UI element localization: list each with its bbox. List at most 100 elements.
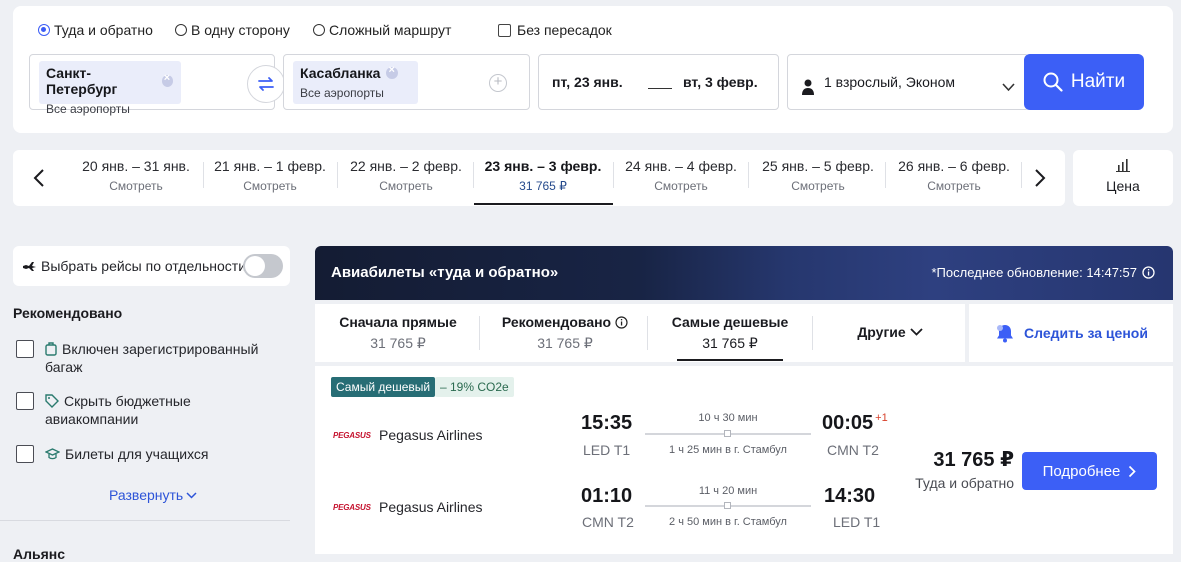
separate-flights-toggle-card[interactable]: Выбрать рейсы по отдельности xyxy=(13,246,290,286)
trip-option-oneway[interactable]: В одну сторону xyxy=(175,22,290,38)
ticket-price: 31 765 ₽ xyxy=(933,449,1014,471)
origin-field[interactable]: Санкт-Петербург Все аэропорты xyxy=(29,54,275,116)
trip-option-roundtrip[interactable]: Туда и обратно xyxy=(38,22,153,38)
divider xyxy=(1021,162,1022,188)
filter-panel: Рекомендовано Включен зарегистрированный… xyxy=(0,290,290,522)
clear-icon[interactable] xyxy=(161,72,173,87)
tag-icon xyxy=(45,394,59,408)
person-icon xyxy=(802,79,814,95)
layover-info: 2 ч 50 мин в г. Стамбул xyxy=(669,516,787,528)
date-option[interactable]: 25 янв. – 5 февр. Смотреть xyxy=(751,158,885,193)
price-watch-button[interactable]: Следить за ценой xyxy=(969,304,1173,362)
filter-checkbox-students[interactable] xyxy=(16,445,34,463)
departure-time: 15:35 xyxy=(581,412,633,434)
date-option[interactable]: 24 янв. – 4 февр. Смотреть xyxy=(614,158,748,193)
divider xyxy=(473,162,474,188)
bell-icon xyxy=(997,325,1014,343)
arrival-airport: CMN T2 xyxy=(827,442,879,458)
pegasus-logo: PEGASUS xyxy=(333,502,371,512)
trip-option-multicity[interactable]: Сложный маршрут xyxy=(313,22,451,38)
swap-icon xyxy=(258,77,274,91)
add-route-plus-icon[interactable]: + xyxy=(489,74,507,92)
swap-button[interactable] xyxy=(247,65,285,103)
chevron-left-icon[interactable] xyxy=(33,168,45,188)
bar-chart-icon xyxy=(1116,159,1130,172)
date-option-active[interactable]: 23 янв. – 3 февр. 31 765 ₽ xyxy=(476,158,610,193)
flight-duration: 10 ч 30 мин xyxy=(698,412,758,424)
filter-section-title: Рекомендовано xyxy=(13,305,123,321)
depart-date[interactable]: пт, 23 янв. xyxy=(552,74,623,90)
chevron-down-icon xyxy=(1002,83,1015,92)
date-option[interactable]: 22 янв. – 2 февр. Смотреть xyxy=(339,158,473,193)
pegasus-logo: PEGASUS xyxy=(333,430,371,440)
date-option[interactable]: 21 янв. – 1 февр. Смотреть xyxy=(203,158,337,193)
checkbox-icon xyxy=(498,23,511,37)
divider xyxy=(0,520,290,521)
return-date[interactable]: вт, 3 февр. xyxy=(683,74,758,90)
sort-tab-direct[interactable]: Сначала прямые 31 765 ₽ xyxy=(333,314,463,352)
departure-time: 01:10 xyxy=(581,485,633,507)
filter-label-budget[interactable]: Скрыть бюджетные авиакомпании xyxy=(45,392,191,428)
ticket-price-caption: Туда и обратно xyxy=(915,475,1014,491)
baggage-icon xyxy=(45,342,57,356)
graduation-cap-icon xyxy=(44,448,61,460)
divider xyxy=(748,162,749,188)
search-button[interactable]: Найти xyxy=(1024,54,1144,110)
arrival-airport: LED T1 xyxy=(833,514,881,530)
co2-badge: – 19% CO2e xyxy=(435,377,514,397)
date-dash xyxy=(648,88,672,89)
filter-label-baggage[interactable]: Включен зарегистрированный багаж xyxy=(45,340,258,376)
filter-label-students[interactable]: Билеты для учащихся xyxy=(44,445,209,463)
flight-duration: 11 ч 20 мин xyxy=(698,485,758,497)
date-option[interactable]: 26 янв. – 6 февр. Смотреть xyxy=(887,158,1021,193)
sort-bar: Сначала прямые 31 765 ₽ Рекомендовано 31… xyxy=(315,304,965,362)
info-icon[interactable] xyxy=(615,315,628,329)
search-icon xyxy=(1043,72,1063,92)
departure-airport: CMN T2 xyxy=(582,514,634,530)
airline-row: PEGASUS Pegasus Airlines xyxy=(333,499,483,515)
radio-icon xyxy=(175,24,187,36)
divider xyxy=(812,316,813,350)
divider xyxy=(885,162,886,188)
chevron-down-icon xyxy=(186,491,197,499)
divider xyxy=(479,316,480,350)
cheapest-badge: Самый дешевый xyxy=(331,377,436,397)
origin-chip[interactable]: Санкт-Петербург Все аэропорты xyxy=(39,61,181,116)
airline-row: PEGASUS Pegasus Airlines xyxy=(333,427,483,443)
sort-tab-other[interactable]: Другие xyxy=(845,324,935,340)
arrival-time: 00:05 +1 xyxy=(822,412,888,434)
passengers-value: 1 взрослый, Эконом xyxy=(824,74,956,90)
stop-marker xyxy=(724,430,731,437)
ticket-card[interactable]: Самый дешевый – 19% CO2e PEGASUS Pegasus… xyxy=(315,366,1173,554)
details-button[interactable]: Подробнее xyxy=(1022,452,1157,490)
chevron-down-icon xyxy=(910,328,923,336)
chevron-right-icon[interactable] xyxy=(1034,168,1046,188)
divider xyxy=(647,316,648,350)
divider xyxy=(337,162,338,188)
price-graph-button[interactable]: Цена xyxy=(1073,150,1173,206)
layover-info: 1 ч 25 мин в г. Стамбул xyxy=(669,444,787,456)
date-strip: 20 янв. – 31 янв. Смотреть 21 янв. – 1 фе… xyxy=(13,150,1065,206)
radio-icon xyxy=(313,24,325,36)
active-date-underline xyxy=(474,203,613,205)
sort-tab-cheapest[interactable]: Самые дешевые 31 765 ₽ xyxy=(670,314,790,352)
departure-airport: LED T1 xyxy=(583,442,631,458)
expand-filters-link[interactable]: Развернуть xyxy=(109,487,197,503)
chevron-right-icon xyxy=(1129,465,1137,477)
results-banner: Авиабилеты «туда и обратно» *Последнее о… xyxy=(315,246,1173,300)
clear-icon[interactable] xyxy=(386,64,399,79)
sort-tab-recommended[interactable]: Рекомендовано 31 765 ₽ xyxy=(495,314,635,352)
separate-flights-switch[interactable] xyxy=(243,254,283,278)
filter-checkbox-baggage[interactable] xyxy=(16,340,34,358)
arrival-time: 14:30 xyxy=(824,485,876,507)
nonstop-checkbox[interactable]: Без пересадок xyxy=(498,22,612,38)
stop-marker xyxy=(724,502,731,509)
alliance-section-title: Альянс xyxy=(13,546,66,562)
info-icon[interactable] xyxy=(1142,266,1155,279)
active-sort-underline xyxy=(677,359,783,361)
date-option[interactable]: 20 янв. – 31 янв. Смотреть xyxy=(69,158,203,193)
plane-icon xyxy=(23,262,36,271)
filter-checkbox-budget[interactable] xyxy=(16,392,34,410)
radio-selected-icon xyxy=(38,24,50,36)
destination-chip[interactable]: Касабланка Все аэропорты xyxy=(293,61,418,104)
